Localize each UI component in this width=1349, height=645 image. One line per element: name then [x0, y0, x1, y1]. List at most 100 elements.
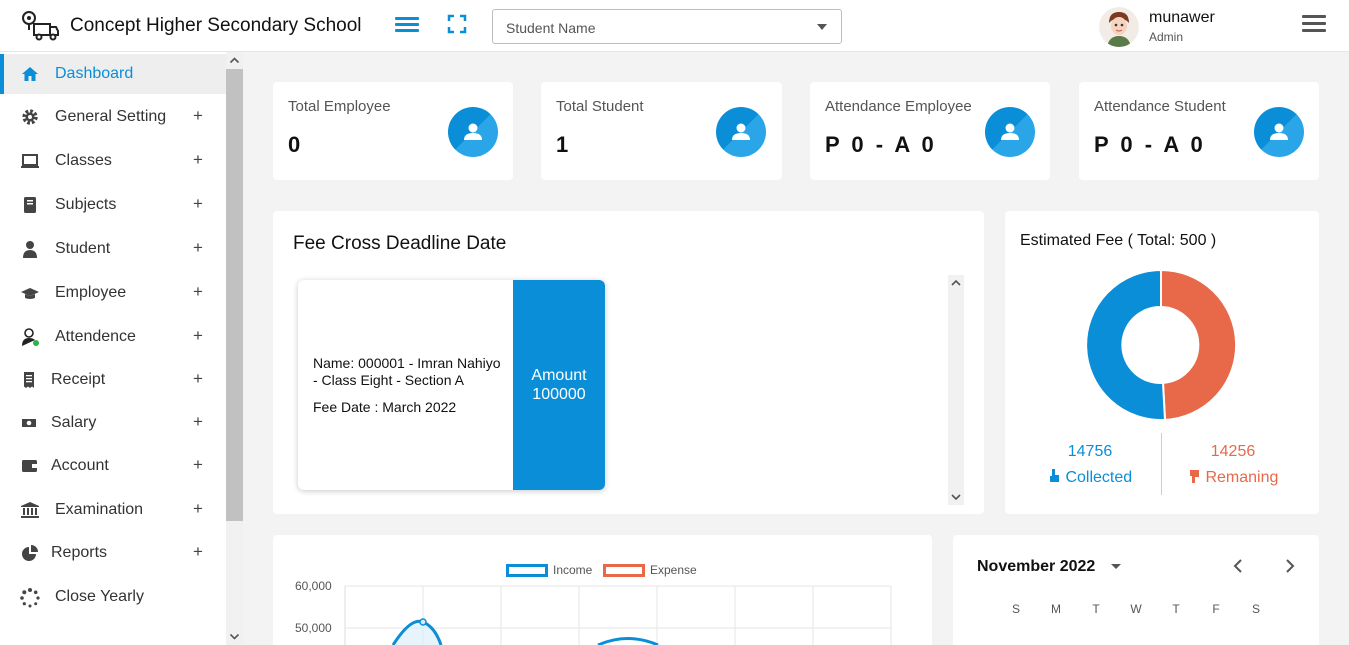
expense-legend-swatch[interactable] [603, 564, 645, 577]
sidebar-item-label: Employee [55, 284, 127, 301]
user-icon [985, 107, 1035, 157]
menu-icon[interactable] [1302, 15, 1326, 35]
expand-icon: + [193, 455, 203, 474]
hand-point-icon [1050, 469, 1059, 482]
income-legend-swatch[interactable] [506, 564, 548, 577]
sidebar-item-dashboard[interactable]: Dashboard [0, 54, 226, 94]
weekday-label: M [1051, 602, 1061, 616]
estimated-fee-title: Estimated Fee ( Total: 500 ) [1020, 232, 1217, 249]
remaining-label-row: Remaning [1187, 468, 1278, 487]
sidebar-item-label: Dashboard [55, 65, 134, 82]
stat-card-total-employee: Total Employee 0 [273, 82, 513, 180]
calendar-month[interactable]: November 2022 [977, 558, 1095, 576]
hand-point-down-icon [1190, 470, 1199, 483]
sidebar-item-close-yearly[interactable]: Close Yearly [0, 577, 226, 617]
book-icon [20, 196, 40, 214]
weekday-label: W [1130, 602, 1142, 616]
stat-value: P 0 - A 0 [825, 132, 937, 157]
stat-card-total-student: Total Student 1 [541, 82, 782, 180]
income-line [597, 637, 659, 645]
scroll-down-icon[interactable] [226, 628, 243, 645]
sidebar-item-reports[interactable]: Reports + [0, 533, 226, 573]
weekday-label: T [1092, 602, 1100, 616]
sidebar-item-employee[interactable]: Employee + [0, 273, 226, 313]
sidebar-item-examination[interactable]: Examination + [0, 490, 226, 530]
income-legend-label: Income [553, 563, 593, 577]
weekday-label: F [1212, 602, 1220, 616]
fee-amount-value: 100000 [532, 386, 586, 403]
user-icon [448, 107, 498, 157]
fee-list-scrollbar[interactable] [948, 275, 964, 505]
fee-deadline-card[interactable]: Name: 000001 - Imran Nahiyo - Class Eigh… [298, 280, 605, 490]
stat-title: Total Employee [288, 98, 391, 115]
chevron-down-icon [817, 24, 827, 30]
chart-plot-area [344, 585, 892, 645]
sidebar-item-attendence[interactable]: Attendence + [0, 317, 226, 357]
bank-icon [20, 501, 40, 519]
calendar-panel: November 2022 S M T W T F S [953, 535, 1319, 645]
scroll-up-icon[interactable] [948, 275, 964, 291]
user-icon [20, 240, 40, 258]
y-tick-label: 50,000 [295, 621, 332, 635]
expense-legend-label: Expense [650, 563, 697, 577]
home-icon [20, 65, 40, 83]
expand-icon: + [193, 542, 203, 561]
sidebar-item-label: Salary [51, 414, 97, 431]
scroll-down-icon[interactable] [948, 489, 964, 505]
divider [1161, 433, 1162, 495]
expand-icon: + [193, 369, 203, 388]
sidebar-item-general-setting[interactable]: General Setting + [0, 97, 226, 137]
weekday-label: S [1251, 602, 1260, 616]
collected-label: Collected [1065, 469, 1133, 486]
sidebar-item-subjects[interactable]: Subjects + [0, 185, 226, 225]
sidebar-item-label: Attendence [55, 328, 136, 345]
sidebar-item-account[interactable]: Account + [0, 446, 226, 486]
estimated-fee-panel: Estimated Fee ( Total: 500 ) 14756 14256… [1005, 211, 1319, 514]
stat-title: Attendance Student [1094, 98, 1226, 115]
chevron-left-icon[interactable] [1231, 557, 1245, 575]
school-logo-icon[interactable] [20, 10, 60, 42]
user-icon [716, 107, 766, 157]
sidebar: Dashboard General Setting + Classes + Su… [0, 52, 243, 645]
fee-deadline-panel: Fee Cross Deadline Date Name: 000001 - I… [273, 211, 984, 514]
graduation-cap-icon [20, 284, 40, 302]
sidebar-item-classes[interactable]: Classes + [0, 141, 226, 181]
expand-icon: + [193, 282, 203, 301]
expand-icon: + [193, 412, 203, 431]
student-name-select[interactable]: Student Name [492, 9, 842, 44]
user-role: Admin [1149, 30, 1184, 44]
sidebar-item-label: Receipt [51, 371, 106, 388]
expand-icon: + [193, 499, 203, 518]
sidebar-item-student[interactable]: Student + [0, 229, 226, 269]
expand-icon: + [193, 238, 203, 257]
sidebar-scrollbar-thumb[interactable] [226, 69, 243, 521]
sidebar-toggle-icon[interactable] [395, 14, 419, 36]
remaining-label: Remaning [1205, 469, 1279, 486]
fullscreen-icon[interactable] [447, 14, 467, 34]
top-bar: Concept Higher Secondary School Student … [0, 0, 1349, 52]
sidebar-item-label: Subjects [55, 196, 117, 213]
laptop-icon [20, 152, 40, 170]
collected-label-row: Collected [1047, 468, 1132, 487]
chevron-right-icon[interactable] [1283, 557, 1297, 575]
expand-icon: + [193, 150, 203, 169]
student-select-placeholder: Student Name [506, 20, 596, 36]
sidebar-item-salary[interactable]: Salary + [0, 403, 226, 443]
money-icon [20, 414, 40, 432]
user-icon [1254, 107, 1304, 157]
sidebar-item-label: Close Yearly [55, 588, 144, 605]
chevron-down-icon[interactable] [1111, 564, 1121, 569]
expand-icon: + [193, 106, 203, 125]
sidebar-item-receipt[interactable]: Receipt + [0, 360, 226, 400]
pie-chart-icon [20, 544, 40, 562]
stat-title: Total Student [556, 98, 644, 115]
sidebar-item-label: General Setting [55, 108, 167, 125]
scroll-up-icon[interactable] [226, 52, 243, 69]
estimated-fee-donut[interactable] [1085, 268, 1238, 421]
user-name: munawer [1149, 9, 1215, 26]
spinner-icon [20, 588, 40, 608]
expand-icon: + [193, 326, 203, 345]
fee-student-name: Name: 000001 - Imran Nahiyo - Class Eigh… [313, 355, 501, 388]
gear-icon [20, 108, 40, 126]
user-avatar[interactable] [1099, 7, 1139, 47]
